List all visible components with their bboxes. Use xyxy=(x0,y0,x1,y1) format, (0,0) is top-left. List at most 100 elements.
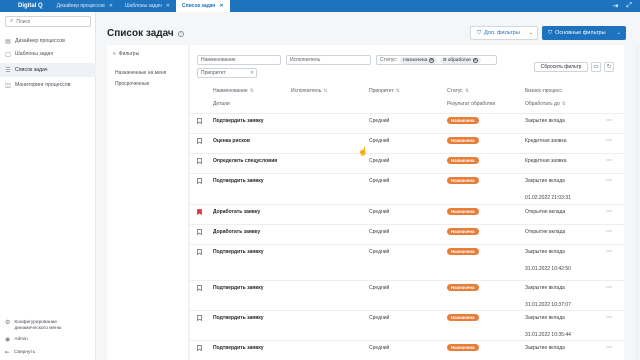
task-due: 31.01.2022 10:35:44 xyxy=(525,332,571,338)
sort-icon[interactable]: ⇅ xyxy=(250,88,254,94)
header-label: Бизнес-процесс xyxy=(525,88,562,94)
config-menu-link[interactable]: ⚙ Конфигурирование динамического меню xyxy=(0,320,96,332)
sort-icon[interactable]: ⇅ xyxy=(562,101,566,107)
executor-filter-input[interactable]: Исполнитель xyxy=(286,55,371,65)
name-filter-input[interactable]: Наименование xyxy=(197,55,281,65)
task-name[interactable]: Доработать заявку xyxy=(213,229,260,235)
logout-icon[interactable]: ⇥ xyxy=(613,2,619,10)
remove-icon[interactable]: ✕ xyxy=(472,57,478,63)
sidebar-item-task-templates[interactable]: ▢ Шаблоны задач xyxy=(0,47,96,61)
more-icon[interactable]: ⋯ xyxy=(606,137,613,144)
remove-icon[interactable]: ✕ xyxy=(429,57,435,63)
search-icon: ⌕ xyxy=(10,18,14,24)
task-name[interactable]: Подтвердить заявку xyxy=(213,178,264,184)
fullscreen-icon[interactable]: ⤢ xyxy=(626,2,632,10)
sort-icon[interactable]: ⇅ xyxy=(396,88,400,94)
status-badge: Назначена xyxy=(447,228,479,235)
refresh-icon[interactable]: ↻ xyxy=(604,62,614,72)
main-filters-button[interactable]: ⛉ Основные фильтры ⌄ xyxy=(542,26,626,40)
scrollbar[interactable] xyxy=(636,45,639,360)
info-icon[interactable]: ? xyxy=(177,30,184,37)
task-name[interactable]: Оценка рисков xyxy=(213,138,250,144)
task-name[interactable]: Подтвердить заявку xyxy=(213,249,264,255)
bookmark-icon[interactable] xyxy=(197,285,202,291)
task-priority: Средний xyxy=(369,285,390,291)
more-icon[interactable]: ⋯ xyxy=(606,117,613,124)
more-icon[interactable]: ⋯ xyxy=(606,284,613,291)
header-status[interactable]: Статус ⇅ xyxy=(447,88,469,94)
task-name[interactable]: Подтвердить заявку xyxy=(213,345,264,351)
filters-panel-toggle[interactable]: « Фильтры xyxy=(113,51,139,57)
task-priority: Средний xyxy=(369,249,390,255)
header-due[interactable]: Обработать до ⇅ xyxy=(525,101,566,107)
chevron-down-icon: ⌄ xyxy=(528,30,533,36)
bookmark-icon[interactable] xyxy=(197,229,202,235)
close-icon[interactable]: ✕ xyxy=(109,3,113,9)
task-name[interactable]: Подтвердить заявку xyxy=(213,118,264,124)
more-icon[interactable]: ⋯ xyxy=(606,157,613,164)
task-priority: Средний xyxy=(369,158,390,164)
task-name[interactable]: Подтвердить заявку xyxy=(213,285,264,291)
status-pill-processing[interactable]: В обработке ✕ xyxy=(440,56,481,64)
priority-filter-input[interactable]: Приоритет ✕ xyxy=(197,68,257,78)
pill-label: В обработке xyxy=(443,57,471,63)
task-name[interactable]: Подтвердить заявку xyxy=(213,315,264,321)
clear-icon[interactable]: ✕ xyxy=(250,70,254,76)
user-profile[interactable]: ◉ Admin xyxy=(0,337,96,343)
close-icon[interactable]: ✕ xyxy=(219,3,223,9)
tab-task-templates[interactable]: Шаблоны задач ✕ xyxy=(119,0,176,12)
task-priority: Средний xyxy=(369,138,390,144)
row-divider xyxy=(190,113,624,114)
bookmark-icon[interactable] xyxy=(197,315,202,321)
bookmark-icon[interactable] xyxy=(197,118,202,124)
tab-process-designer[interactable]: Дизайнер процессов ✕ xyxy=(51,0,119,12)
row-divider xyxy=(190,310,624,311)
tab-label: Дизайнер процессов xyxy=(56,3,105,9)
more-icon[interactable]: ⋯ xyxy=(606,344,613,351)
save-icon[interactable]: ▭ xyxy=(591,62,601,72)
sidebar-item-process-monitoring[interactable]: ◫ Мониторинг процессов xyxy=(0,78,96,92)
filter-icon: ⛉ xyxy=(477,29,482,36)
more-icon[interactable]: ⋯ xyxy=(606,248,613,255)
sidebar-item-process-designer[interactable]: ▤ Дизайнер процессов xyxy=(0,34,96,48)
header-executor[interactable]: Исполнитель ⇅ xyxy=(291,88,328,94)
task-process: Кредитная заявка xyxy=(525,158,567,164)
filter-overdue[interactable]: Просроченные xyxy=(115,81,149,87)
more-icon[interactable]: ⋯ xyxy=(606,177,613,184)
header-name[interactable]: Наименование ⇅ xyxy=(213,88,254,94)
bookmark-icon[interactable] xyxy=(197,209,202,215)
header-label: Исполнитель xyxy=(291,88,322,94)
more-icon[interactable]: ⋯ xyxy=(606,314,613,321)
config-line-2: динамического меню xyxy=(14,326,62,331)
status-badge: Назначена xyxy=(447,314,479,321)
task-name[interactable]: Доработать заявку xyxy=(213,209,260,215)
task-priority: Средний xyxy=(369,209,390,215)
collapse-sidebar-button[interactable]: ⇤ Свернуть xyxy=(0,350,96,356)
header-priority[interactable]: Приоритет ⇅ xyxy=(369,88,400,94)
close-icon[interactable]: ✕ xyxy=(166,3,170,9)
bookmark-icon[interactable] xyxy=(197,158,202,164)
sort-icon[interactable]: ⇅ xyxy=(323,88,327,94)
status-filter[interactable]: Статус: Назначена ✕ В обработке ✕ xyxy=(376,55,497,65)
bookmark-icon[interactable] xyxy=(197,249,202,255)
status-pill-assigned[interactable]: Назначена ✕ xyxy=(400,56,438,64)
task-priority: Средний xyxy=(369,118,390,124)
bookmark-icon[interactable] xyxy=(197,178,202,184)
task-name[interactable]: Определить спецусловия xyxy=(213,158,277,164)
header-process[interactable]: Бизнес-процесс xyxy=(525,88,562,94)
more-icon[interactable]: ⋯ xyxy=(606,228,613,235)
bookmark-icon[interactable] xyxy=(197,138,202,144)
sidebar-item-task-list[interactable]: ☰ Список задач xyxy=(0,63,96,77)
task-due: 31.01.2022 10:37:07 xyxy=(525,302,571,308)
filter-assigned-to-me[interactable]: Назначенные на меня xyxy=(115,70,166,76)
brand-logo[interactable]: Digital Q xyxy=(0,3,51,9)
extra-filters-button[interactable]: ⛉ Доп. фильтры ⌄ xyxy=(470,26,538,40)
reset-filter-button[interactable]: Сбросить фильтр xyxy=(534,62,588,72)
more-icon[interactable]: ⋯ xyxy=(606,208,613,215)
task-priority: Средний xyxy=(369,178,390,184)
tab-task-list[interactable]: Список задач ✕ xyxy=(175,0,230,12)
search-input[interactable] xyxy=(16,18,87,25)
status-badge: Назначена xyxy=(447,284,479,291)
sort-icon[interactable]: ⇅ xyxy=(465,88,469,94)
bookmark-icon[interactable] xyxy=(197,345,202,351)
